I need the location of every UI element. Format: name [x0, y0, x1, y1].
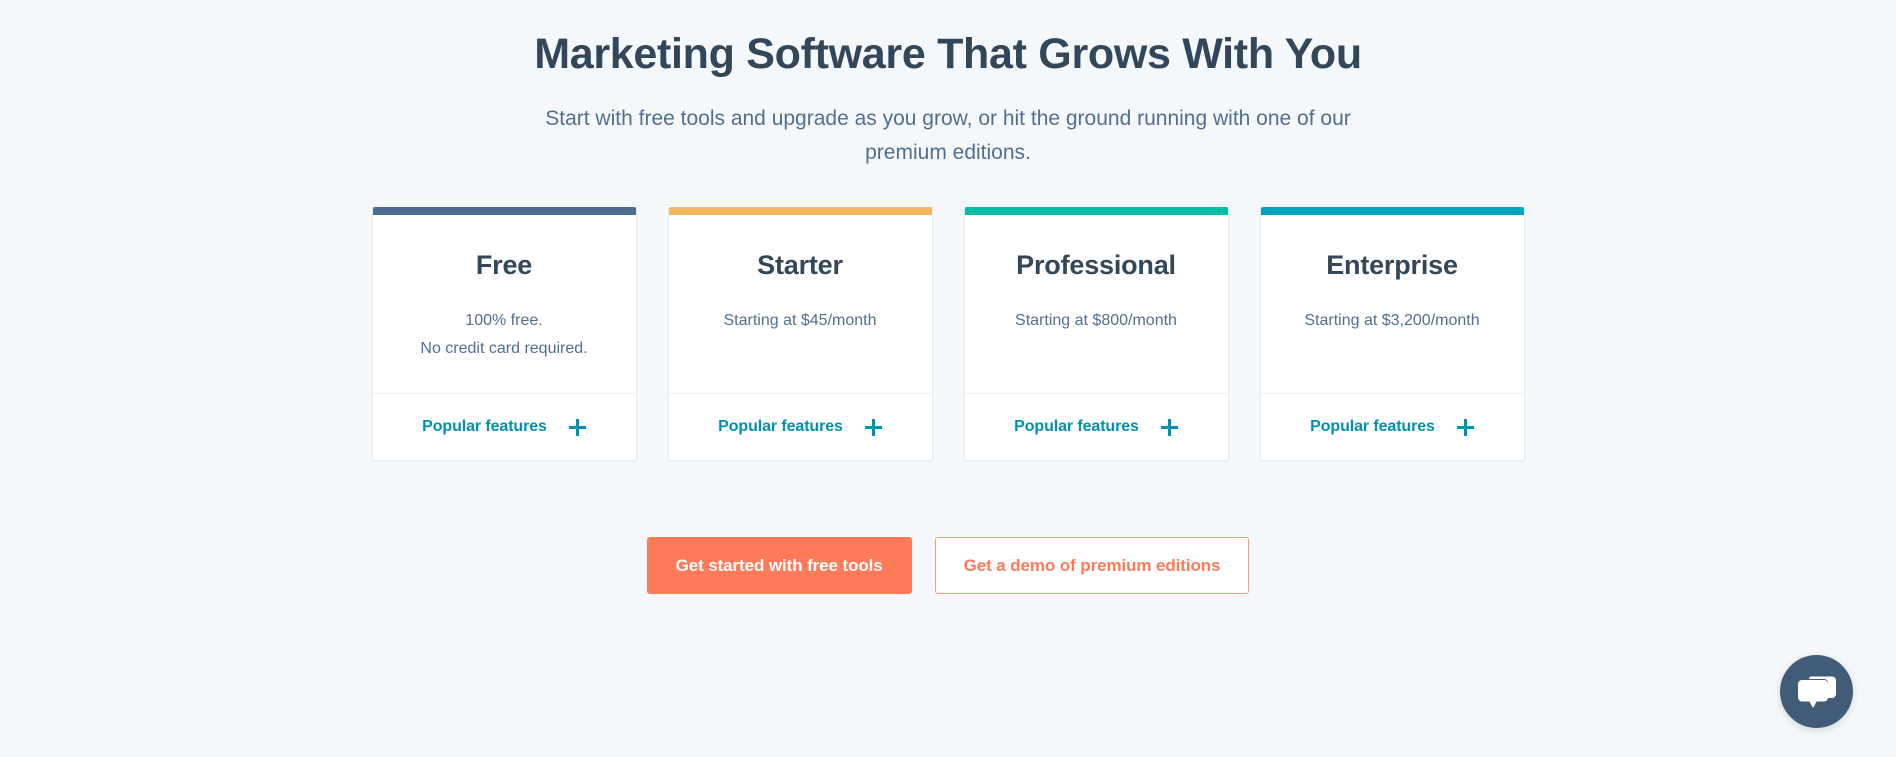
pricing-card-enterprise: Enterprise Starting at $3,200/month Popu… [1259, 206, 1525, 462]
plan-price-line: Starting at $800/month [1015, 312, 1177, 330]
plan-price: Starting at $45/month [683, 307, 918, 335]
plan-price: Starting at $3,200/month [1275, 307, 1510, 335]
plan-price-line: 100% free. [465, 312, 543, 330]
page-subtitle: Start with free tools and upgrade as you… [545, 106, 1351, 164]
chat-widget-button[interactable] [1780, 655, 1853, 728]
plus-icon[interactable] [1456, 418, 1474, 436]
get-demo-premium-button[interactable]: Get a demo of premium editions [934, 537, 1250, 595]
popular-features-toggle[interactable]: Popular features [373, 394, 636, 460]
plan-price: 100% free. No credit card required. [387, 307, 622, 363]
plan-price-line: Starting at $45/month [723, 312, 877, 330]
plan-name: Starter [757, 249, 843, 280]
card-accent-bar [964, 206, 1228, 215]
popular-features-toggle[interactable]: Popular features [669, 394, 932, 460]
page-title: Marketing Software That Grows With You [534, 30, 1362, 78]
plus-icon[interactable] [864, 418, 882, 436]
plan-price: Starting at $800/month [979, 307, 1214, 335]
get-started-free-tools-button[interactable]: Get started with free tools [646, 537, 912, 595]
popular-features-label: Popular features [1014, 418, 1139, 436]
pricing-card-list: Free 100% free. No credit card required.… [0, 206, 1896, 462]
plan-price-line: Starting at $3,200/month [1304, 312, 1480, 330]
card-body: Enterprise Starting at $3,200/month [1260, 215, 1524, 395]
pricing-page: Marketing Software That Grows With You S… [0, 0, 1896, 757]
popular-features-label: Popular features [422, 418, 547, 436]
plan-price-line: No credit card required. [420, 340, 588, 358]
popular-features-toggle[interactable]: Popular features [1261, 394, 1524, 460]
plus-icon[interactable] [568, 418, 586, 436]
card-accent-bar [1260, 206, 1524, 215]
plan-name: Free [475, 249, 533, 280]
card-body: Starter Starting at $45/month [668, 215, 932, 395]
card-body: Professional Starting at $800/month [964, 215, 1228, 395]
pricing-card-starter: Starter Starting at $45/month Popular fe… [667, 206, 933, 462]
chat-bubbles-icon [1797, 676, 1836, 708]
plan-name: Professional [1016, 249, 1176, 280]
cta-button-row: Get started with free tools Get a demo o… [0, 537, 1896, 595]
plan-name: Enterprise [1326, 249, 1458, 280]
popular-features-label: Popular features [1310, 418, 1435, 436]
popular-features-toggle[interactable]: Popular features [965, 394, 1228, 460]
card-accent-bar [372, 206, 636, 215]
popular-features-label: Popular features [718, 418, 843, 436]
pricing-card-professional: Professional Starting at $800/month Popu… [963, 206, 1229, 462]
pricing-card-free: Free 100% free. No credit card required.… [371, 206, 637, 462]
card-body: Free 100% free. No credit card required. [372, 215, 636, 395]
plus-icon[interactable] [1160, 418, 1178, 436]
card-accent-bar [668, 206, 932, 215]
